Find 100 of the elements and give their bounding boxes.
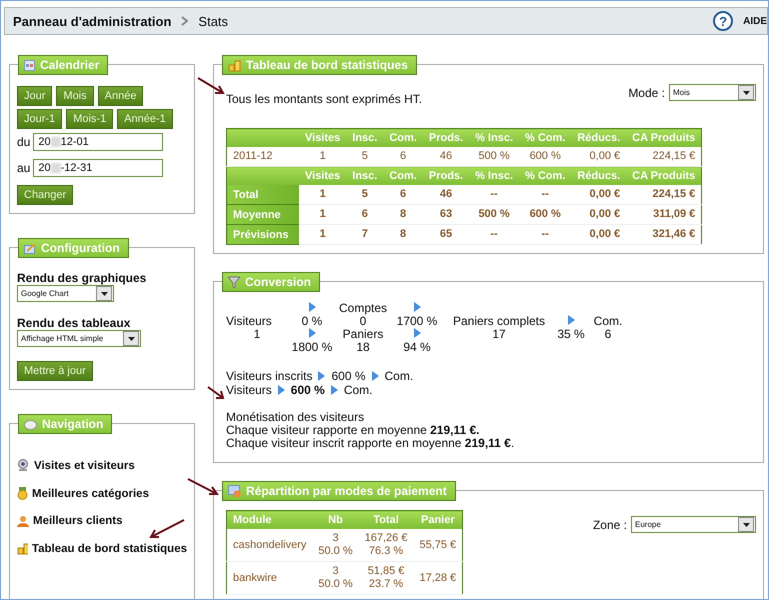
table-cell: 63: [422, 204, 470, 224]
row-header: Moyenne: [226, 204, 299, 224]
column-header: Insc.: [346, 128, 384, 147]
nav-link[interactable]: Meilleures catégories: [17, 487, 187, 500]
annotation-arrow: [187, 478, 219, 496]
funnel-value: 17: [492, 327, 506, 340]
table-cell: 0,00 €: [571, 185, 626, 204]
caret-icon: [738, 85, 754, 100]
funnel-rate: 1800 %: [292, 340, 332, 353]
column-header: CA Produits: [626, 166, 702, 185]
table-cell: 3 50.0 %: [312, 562, 359, 594]
table-cell: bankwire: [226, 562, 312, 594]
funnel-label: Visiteurs: [226, 314, 272, 327]
triangle-arrow-icon: [308, 302, 316, 312]
funnel-rate: 1700 %: [396, 314, 438, 327]
funnel-label: Comptes: [338, 301, 388, 314]
coins-icon: [17, 542, 28, 555]
table-cell: 1: [299, 185, 346, 204]
caret-icon: [96, 286, 112, 301]
nav-link[interactable]: Tableau de bord statistiques: [17, 542, 187, 555]
medal-icon: [17, 487, 28, 500]
flow-label: Visiteurs: [226, 383, 272, 397]
caret-icon: [123, 331, 139, 346]
caret-icon: [738, 517, 754, 532]
funnel-label: Paniers complets: [452, 314, 546, 327]
table-cell: --: [519, 224, 572, 244]
column-header: Nb: [312, 510, 359, 529]
help-button[interactable]: ?: [713, 11, 734, 31]
table-cell: 1: [299, 224, 346, 244]
coins-icon: [228, 58, 241, 72]
triangle-arrow-icon: [308, 328, 316, 338]
table-cell: 3 50.0 %: [312, 529, 359, 562]
zone-label: Zone :: [592, 518, 627, 532]
table-cell: 65: [422, 224, 470, 244]
table-cell: 6: [346, 204, 384, 224]
row-header: Total: [226, 185, 299, 204]
column-header: Panier: [413, 510, 463, 529]
column-header: % Com.: [519, 166, 572, 185]
funnel-label: Com.: [594, 314, 622, 327]
date-field[interactable]: 20 -12-31: [33, 159, 164, 177]
table-cell: 1: [299, 204, 346, 224]
triangle-arrow-icon: [414, 328, 420, 338]
table-cell: cashondelivery: [226, 529, 312, 562]
column-header: Prods.: [422, 166, 470, 185]
funnel-rate: 94 %: [403, 340, 431, 353]
annotation-arrow: [197, 77, 225, 95]
section-heading: Monétisation des visiteurs: [226, 411, 366, 424]
column-header: Prods.: [422, 128, 470, 147]
annotation-arrow: [207, 386, 225, 400]
date-field[interactable]: 20 12-01: [33, 133, 164, 151]
funnel-rate: 0 %: [302, 314, 322, 327]
table-cell: 167,26 € 76.3 %: [358, 529, 414, 562]
table-cell: 17,28 €: [413, 562, 463, 594]
column-header: Total: [358, 510, 414, 529]
panel-title: Configuration: [18, 238, 129, 258]
mode-label: Mode :: [628, 86, 665, 100]
table-cell: 0,00 €: [571, 204, 626, 224]
triangle-arrow-icon: [568, 315, 574, 325]
table-cell: 46: [422, 185, 470, 204]
funnel-value: 6: [604, 327, 612, 340]
nav-link[interactable]: Meilleurs clients: [17, 515, 187, 527]
webcam-icon: [17, 459, 30, 472]
triangle-arrow-icon: [414, 302, 420, 312]
table-cell: 6: [383, 185, 423, 204]
panel-title: Navigation: [18, 414, 112, 434]
zone-dropdown[interactable]: Europe: [631, 516, 756, 533]
cards-icon: [228, 484, 241, 498]
date-label: au: [17, 161, 30, 175]
funnel-value: 18: [356, 340, 370, 353]
nav-link[interactable]: Visites et visiteurs: [17, 459, 187, 472]
flow-label: Visiteurs inscrits: [226, 369, 312, 383]
chevron-right-icon: [181, 16, 188, 26]
mouse-icon: [24, 418, 37, 430]
render-dropdown[interactable]: Affichage HTML simple: [17, 330, 141, 347]
table-cell: 5: [346, 185, 384, 204]
funnel-value: 0: [360, 314, 366, 327]
table-cell: 600 %: [519, 204, 572, 224]
setting-label: Rendu des graphiques: [17, 271, 148, 285]
column-header: % Insc.: [469, 166, 519, 185]
row-header: Prévisions: [226, 224, 299, 244]
funnel-rate: 35 %: [557, 327, 585, 340]
render-dropdown[interactable]: Google Chart: [17, 285, 114, 302]
note-text: Tous les montants sont exprimés HT.: [226, 92, 422, 106]
calendar-icon: [24, 60, 35, 70]
column-header: CA Produits: [626, 128, 702, 147]
triangle-arrow-icon: [278, 385, 285, 395]
table-cell: 55,75 €: [413, 529, 463, 562]
table-cell: --: [469, 185, 519, 204]
breadcrumb-link[interactable]: Panneau d'administration: [13, 14, 172, 28]
table-cell: --: [469, 224, 519, 244]
table-cell: 0,00 €: [571, 224, 626, 244]
funnel-label: Paniers: [342, 327, 384, 340]
mode-dropdown[interactable]: Mois: [669, 84, 756, 101]
help-link[interactable]: AIDE: [743, 16, 767, 26]
column-header: Visites: [299, 128, 346, 147]
triangle-arrow-icon: [372, 371, 378, 381]
table-cell: 8: [383, 224, 423, 244]
setting-label: Rendu des tableaux: [17, 316, 132, 330]
panel-title: Calendrier: [18, 55, 108, 75]
table-cell: 224,15 €: [626, 185, 702, 204]
